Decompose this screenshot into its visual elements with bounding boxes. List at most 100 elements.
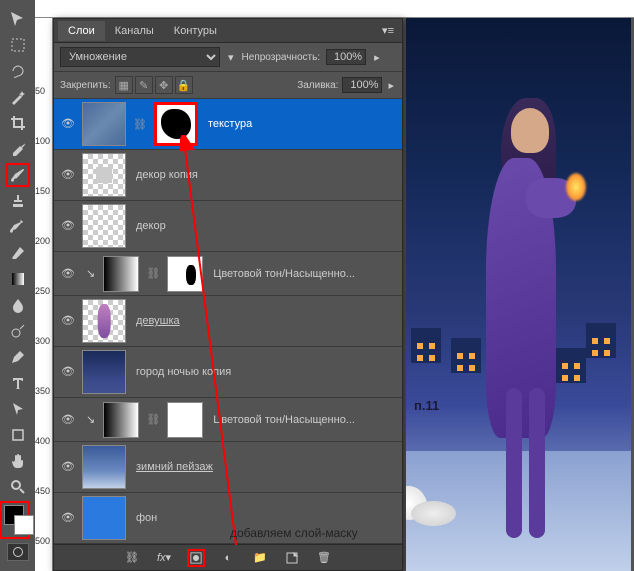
layer-row-girl[interactable]: 👁 девушка	[54, 296, 402, 347]
visibility-icon[interactable]: 👁	[61, 413, 75, 427]
new-group-icon[interactable]: 📁	[251, 549, 269, 567]
layer-row-hue-sat-2[interactable]: 👁 ↘ ⛓ Цветовой тон/Насыщенно...	[54, 398, 402, 442]
add-adjustment-icon[interactable]: ◐	[219, 549, 237, 567]
quick-mask-toggle[interactable]	[7, 543, 29, 561]
visibility-icon[interactable]: 👁	[61, 219, 75, 233]
lasso-tool[interactable]	[6, 59, 30, 83]
fx-icon[interactable]: fx▾	[155, 549, 173, 567]
ruler-mark: 500	[35, 536, 50, 546]
layer-name[interactable]: текстура	[202, 118, 252, 130]
type-tool[interactable]	[6, 371, 30, 395]
layer-row-winter[interactable]: 👁 зимний пейзаж	[54, 442, 402, 493]
layer-mask-thumbnail[interactable]	[154, 102, 198, 146]
ruler-mark: 50	[35, 86, 45, 96]
eyedropper-tool[interactable]	[6, 137, 30, 161]
lock-fill-row: Закрепить: ▦ ✎ ✥ 🔒 Заливка: ▸	[54, 72, 402, 99]
background-color[interactable]	[14, 515, 34, 535]
layer-name[interactable]: декор копия	[130, 169, 198, 181]
blur-tool[interactable]	[6, 293, 30, 317]
visibility-icon[interactable]: 👁	[61, 460, 75, 474]
dropdown-icon[interactable]: ▾	[226, 51, 236, 64]
layer-row-hue-sat-1[interactable]: 👁 ↘ ⛓ Цветовой тон/Насыщенно...	[54, 252, 402, 296]
ruler-vertical: 50 100 150 200 250 300 350 400 450 500	[35, 18, 53, 571]
adjustment-icon[interactable]	[103, 256, 139, 292]
brush-tool[interactable]	[6, 163, 30, 187]
layer-mask-thumbnail[interactable]	[167, 402, 203, 438]
add-mask-icon[interactable]	[187, 549, 205, 567]
adjustment-icon[interactable]	[103, 402, 139, 438]
visibility-icon[interactable]: 👁	[61, 168, 75, 182]
lock-pixels-icon[interactable]: ✎	[135, 76, 153, 94]
opacity-arrow-icon[interactable]: ▸	[372, 51, 382, 64]
clip-arrow-icon: ↘	[82, 413, 99, 426]
layer-thumbnail[interactable]	[82, 153, 126, 197]
ruler-mark: 350	[35, 386, 50, 396]
layer-row-texture[interactable]: 👁 ⛓ текстура	[54, 99, 402, 150]
color-swatches[interactable]	[0, 501, 30, 539]
stamp-tool[interactable]	[6, 189, 30, 213]
lock-transparency-icon[interactable]: ▦	[115, 76, 133, 94]
layer-name[interactable]: город ночью копия	[130, 366, 231, 378]
ruler-mark: 400	[35, 436, 50, 446]
lock-all-icon[interactable]: 🔒	[175, 76, 193, 94]
layer-thumbnail[interactable]	[82, 445, 126, 489]
layer-thumbnail[interactable]	[82, 350, 126, 394]
tab-channels[interactable]: Каналы	[105, 21, 164, 41]
link-layers-icon[interactable]: ⛓	[123, 549, 141, 567]
visibility-icon[interactable]: 👁	[61, 267, 75, 281]
layer-name[interactable]: фон	[130, 512, 157, 524]
layers-list: 👁 ⛓ текстура 👁 декор копия 👁 декор 👁 ↘ ⛓…	[54, 99, 402, 544]
history-brush-tool[interactable]	[6, 215, 30, 239]
ruler-mark: 450	[35, 486, 50, 496]
opacity-input[interactable]	[326, 49, 366, 65]
panel-menu-icon[interactable]: ▾≡	[374, 24, 402, 37]
layer-thumbnail[interactable]	[82, 102, 126, 146]
layer-thumbnail[interactable]	[82, 496, 126, 540]
lock-position-icon[interactable]: ✥	[155, 76, 173, 94]
eraser-tool[interactable]	[6, 241, 30, 265]
visibility-icon[interactable]: 👁	[61, 511, 75, 525]
layer-name[interactable]: зимний пейзаж	[130, 461, 213, 473]
visibility-icon[interactable]: 👁	[61, 314, 75, 328]
gradient-tool[interactable]	[6, 267, 30, 291]
tab-layers[interactable]: Слои	[58, 21, 105, 41]
move-tool[interactable]	[6, 7, 30, 31]
pen-tool[interactable]	[6, 345, 30, 369]
blend-opacity-row: Умножение ▾ Непрозрачность: ▸	[54, 43, 402, 72]
link-icon: ⛓	[143, 267, 163, 280]
ruler-mark: 100	[35, 136, 50, 146]
ruler-mark: 150	[35, 186, 50, 196]
fill-label: Заливка:	[297, 80, 338, 91]
visibility-icon[interactable]: 👁	[61, 365, 75, 379]
layers-panel: Слои Каналы Контуры ▾≡ Умножение ▾ Непро…	[53, 18, 403, 571]
dodge-tool[interactable]	[6, 319, 30, 343]
link-icon: ⛓	[143, 413, 163, 426]
path-select-tool[interactable]	[6, 397, 30, 421]
canvas-step-label: п.11	[414, 398, 439, 413]
layer-name[interactable]: Цветовой тон/Насыщенно...	[207, 268, 355, 280]
tab-paths[interactable]: Контуры	[164, 21, 227, 41]
ruler-horizontal	[35, 0, 634, 18]
layer-thumbnail[interactable]	[82, 299, 126, 343]
layer-thumbnail[interactable]	[82, 204, 126, 248]
crop-tool[interactable]	[6, 111, 30, 135]
fill-input[interactable]	[342, 77, 382, 93]
delete-layer-icon[interactable]: 🗑	[315, 549, 333, 567]
fill-arrow-icon[interactable]: ▸	[386, 79, 396, 92]
layer-row-decor[interactable]: 👁 декор	[54, 201, 402, 252]
shape-tool[interactable]	[6, 423, 30, 447]
layer-name[interactable]: девушка	[130, 315, 180, 327]
layer-name[interactable]: Цветовой тон/Насыщенно...	[207, 414, 355, 426]
layer-row-city[interactable]: 👁 город ночью копия	[54, 347, 402, 398]
layer-name[interactable]: декор	[130, 220, 166, 232]
blend-mode-select[interactable]: Умножение	[60, 47, 220, 67]
new-layer-icon[interactable]	[283, 549, 301, 567]
layer-mask-thumbnail[interactable]	[167, 256, 203, 292]
wand-tool[interactable]	[6, 85, 30, 109]
hand-tool[interactable]	[6, 449, 30, 473]
visibility-icon[interactable]: 👁	[61, 117, 75, 131]
marquee-tool[interactable]	[6, 33, 30, 57]
zoom-tool[interactable]	[6, 475, 30, 499]
ruler-mark: 200	[35, 236, 50, 246]
layer-row-decor-copy[interactable]: 👁 декор копия	[54, 150, 402, 201]
